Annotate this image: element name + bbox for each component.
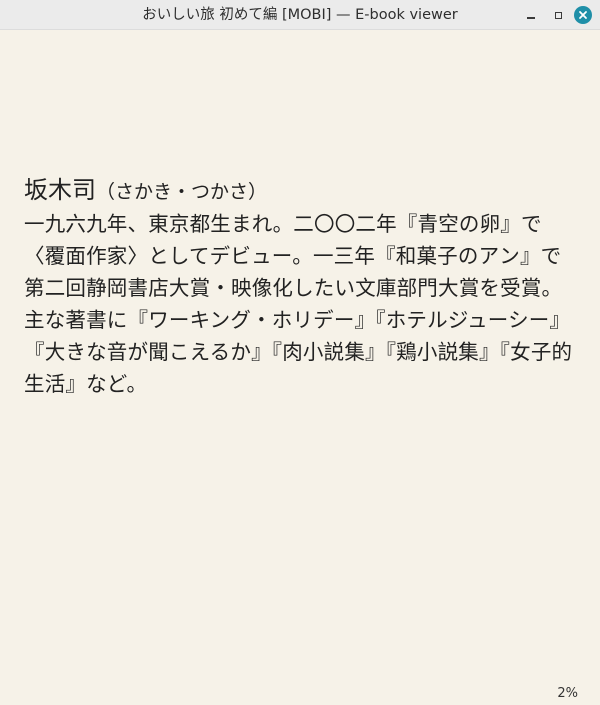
close-icon — [574, 6, 592, 24]
window-title: おいしい旅 初めて編 [MOBI] — E-book viewer — [142, 7, 458, 23]
close-button[interactable] — [574, 6, 592, 24]
reading-progress: 2% — [557, 686, 578, 701]
maximize-button[interactable] — [549, 6, 567, 24]
author-bio: 一九六九年、東京都生まれ。二〇〇二年『青空の卵』で〈覆面作家〉としてデビュー。一… — [24, 212, 573, 396]
maximize-icon — [554, 11, 562, 19]
book-page-content: 坂木司（さかき・つかさ） 一九六九年、東京都生まれ。二〇〇二年『青空の卵』で〈覆… — [24, 174, 584, 400]
title-bar[interactable]: おいしい旅 初めて編 [MOBI] — E-book viewer — [0, 0, 600, 30]
author-heading: 坂木司（さかき・つかさ） — [24, 174, 584, 208]
author-name: 坂木司 — [24, 176, 96, 204]
ebook-viewer-window: おいしい旅 初めて編 [MOBI] — E-book viewer 坂木司（さか… — [0, 0, 600, 705]
author-reading: （さかき・つかさ） — [96, 181, 268, 203]
minimize-button[interactable] — [522, 6, 540, 24]
minimize-icon — [527, 17, 535, 19]
